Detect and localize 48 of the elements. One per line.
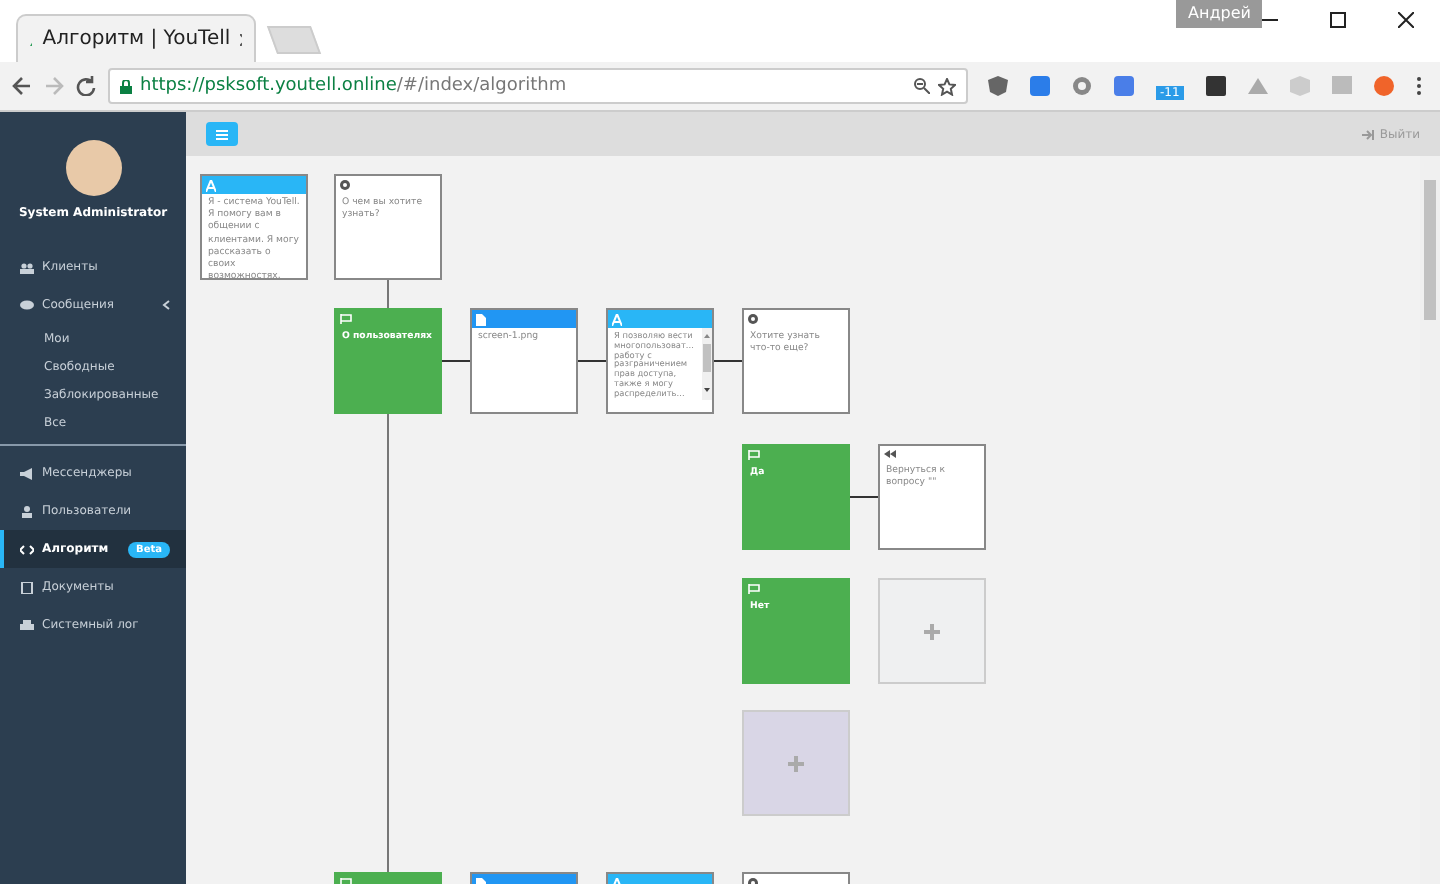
terminal-icon[interactable] — [1205, 76, 1226, 96]
document-icon — [20, 581, 34, 593]
connector-line — [441, 360, 471, 362]
plus-icon — [788, 755, 804, 771]
menu-button[interactable] — [206, 122, 238, 146]
tab-title: Алгоритм | YouTell — [42, 28, 231, 50]
letter-icon — [206, 179, 216, 191]
connector-line — [713, 360, 743, 362]
maximize-icon[interactable] — [1330, 12, 1346, 28]
zoom-icon[interactable] — [914, 78, 930, 94]
user-icon — [20, 505, 34, 517]
add-node[interactable] — [878, 578, 986, 684]
rewind-icon — [884, 450, 896, 458]
translate-icon[interactable] — [1030, 76, 1050, 96]
connector-line — [849, 496, 879, 498]
flag-icon — [748, 584, 760, 594]
back-icon[interactable] — [12, 76, 32, 96]
shield-icon[interactable] — [988, 76, 1008, 96]
scrollbar[interactable] — [701, 328, 712, 400]
bullhorn-icon — [20, 467, 34, 479]
question-icon — [340, 180, 350, 190]
letter-icon — [612, 313, 622, 325]
forward-icon[interactable] — [44, 76, 64, 96]
add-node[interactable] — [742, 710, 850, 816]
plus-icon — [924, 623, 940, 639]
flag-icon — [340, 314, 352, 324]
address-bar[interactable]: https://psksoft.youtell.online/#/index/algorithm — [108, 68, 968, 104]
new-tab-button[interactable] — [266, 26, 322, 54]
star-icon[interactable] — [938, 77, 956, 95]
code-icon — [20, 543, 34, 555]
menu-icon[interactable] — [1415, 76, 1422, 96]
question-icon — [748, 314, 758, 324]
lock-icon — [120, 79, 132, 93]
reload-icon[interactable] — [76, 76, 96, 96]
profile-name[interactable]: Андрей — [1176, 0, 1263, 28]
translate-icon[interactable] — [1114, 76, 1134, 96]
printer-icon — [20, 619, 34, 631]
avatar — [65, 140, 121, 196]
browser-tab[interactable]: Алгоритм | YouTell — [16, 14, 256, 62]
logout-icon — [1361, 129, 1374, 139]
file-icon — [476, 313, 486, 325]
close-icon[interactable] — [1398, 12, 1414, 28]
users-icon — [20, 261, 34, 273]
connector-line — [577, 360, 607, 362]
extension-icon[interactable] — [1373, 76, 1394, 96]
chat-icon — [20, 299, 34, 311]
menu-icon — [216, 129, 228, 139]
flag-icon — [748, 450, 760, 460]
